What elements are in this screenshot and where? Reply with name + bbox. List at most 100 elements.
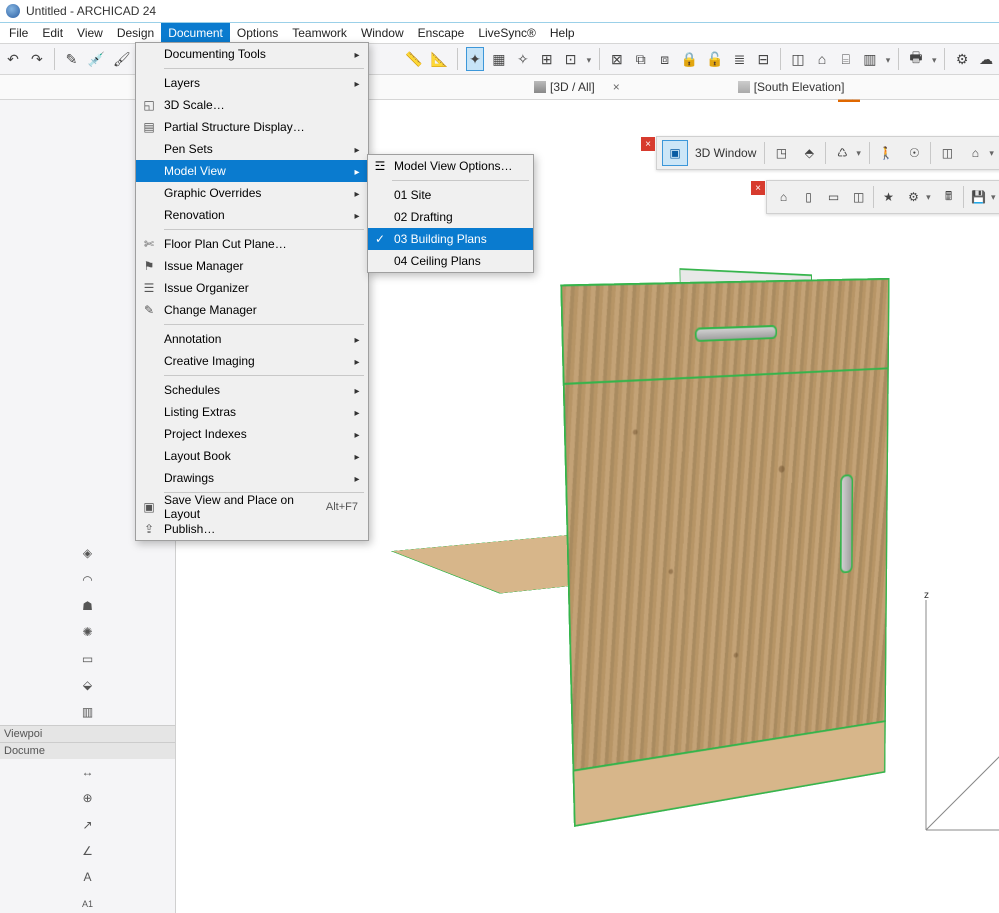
menu-window[interactable]: Window — [354, 23, 411, 43]
menu-listing-extras[interactable]: Listing Extras — [136, 401, 368, 423]
menu-pen-sets[interactable]: Pen Sets — [136, 138, 368, 160]
redo-icon[interactable]: ↷ — [28, 47, 46, 71]
section-icon[interactable]: ⌂ — [813, 47, 831, 71]
menu-issue-manager[interactable]: ⚑Issue Manager — [136, 255, 368, 277]
bim-icon[interactable]: ☁ — [977, 47, 995, 71]
brush-icon[interactable]: 🖌 — [112, 47, 132, 71]
edit-beams-icon[interactable]: ▭ — [822, 184, 845, 210]
menu-floor-plan-cut[interactable]: ✄Floor Plan Cut Plane… — [136, 233, 368, 255]
orbit-icon[interactable]: ♺ — [829, 140, 855, 166]
menu-view[interactable]: View — [70, 23, 110, 43]
menu-schedules[interactable]: Schedules — [136, 379, 368, 401]
grid-snap-icon[interactable]: ▦ — [490, 47, 508, 71]
toggle-grid-icon[interactable]: ✧ — [514, 47, 532, 71]
ruler-icon[interactable]: 📐 — [430, 47, 449, 71]
menu-3d-scale[interactable]: ◱3D Scale… — [136, 94, 368, 116]
menu-enscape[interactable]: Enscape — [411, 23, 472, 43]
look-icon[interactable]: ☉ — [901, 140, 927, 166]
menu-creative-imaging[interactable]: Creative Imaging — [136, 350, 368, 372]
menu-layout-book[interactable]: Layout Book — [136, 445, 368, 467]
attribute-icon[interactable]: ⚙ — [902, 184, 925, 210]
edit-elements-icon[interactable]: ⌂ — [772, 184, 795, 210]
submenu-01-site[interactable]: 01 Site — [368, 184, 533, 206]
snap-guide-icon[interactable]: ⊡ — [562, 47, 580, 71]
menu-graphic-overrides[interactable]: Graphic Overrides — [136, 182, 368, 204]
dropdown-icon[interactable] — [885, 52, 891, 66]
walk-icon[interactable]: 🚶 — [873, 140, 899, 166]
dropdown-icon[interactable] — [931, 52, 937, 66]
float-3d-window-toolbar[interactable]: × ▣ 3D Window ◳ ⬘ ♺ ▾ 🚶 ☉ ◫ ⌂ ▾ — [656, 136, 999, 170]
menu-project-indexes[interactable]: Project Indexes — [136, 423, 368, 445]
menu-options[interactable]: Options — [230, 23, 285, 43]
object-tool-icon[interactable]: ☗ — [76, 595, 100, 617]
menu-partial-structure[interactable]: ▤Partial Structure Display… — [136, 116, 368, 138]
menu-renovation[interactable]: Renovation — [136, 204, 368, 226]
save-icon[interactable]: 💾 — [967, 184, 990, 210]
close-icon[interactable]: × — [641, 137, 655, 151]
radial-dim-tool-icon[interactable]: ↗ — [76, 814, 100, 836]
print-icon[interactable]: 🖶 — [907, 47, 925, 71]
menu-annotation[interactable]: Annotation — [136, 328, 368, 350]
menu-documenting-tools[interactable]: Documenting Tools — [136, 43, 368, 65]
mesh-tool-icon[interactable]: ◈ — [76, 542, 100, 564]
close-icon[interactable]: × — [751, 181, 765, 195]
menu-design[interactable]: Design — [110, 23, 161, 43]
menu-file[interactable]: File — [2, 23, 35, 43]
menu-livesync[interactable]: LiveSync® — [471, 23, 543, 43]
submenu-02-drafting[interactable]: 02 Drafting — [368, 206, 533, 228]
3d-cutaway-icon[interactable]: ◫ — [934, 140, 960, 166]
calc-icon[interactable]: 🖩 — [937, 184, 960, 210]
morph-tool-icon[interactable]: ⬙ — [76, 674, 100, 696]
edit-profiles-icon[interactable]: ◫ — [847, 184, 870, 210]
elevation-icon[interactable]: ⌸ — [837, 47, 855, 71]
guideline-icon[interactable]: ⊞ — [538, 47, 556, 71]
submenu-04-ceiling-plans[interactable]: 04 Ceiling Plans — [368, 250, 533, 272]
menu-help[interactable]: Help — [543, 23, 582, 43]
perspective-icon[interactable]: ◳ — [768, 140, 794, 166]
zone-tool-icon[interactable]: ▭ — [76, 648, 100, 670]
favorites-icon[interactable]: ★ — [877, 184, 900, 210]
shell-tool-icon[interactable]: ◠ — [76, 568, 100, 590]
teamwork-icon[interactable]: ⚙ — [953, 47, 971, 71]
menu-layers[interactable]: Layers — [136, 72, 368, 94]
menu-document[interactable]: Document — [161, 23, 230, 43]
measure-icon[interactable]: 📏 — [404, 47, 423, 71]
menu-model-view[interactable]: Model View — [136, 160, 368, 182]
angle-dim-tool-icon[interactable]: ∠ — [76, 840, 100, 862]
menu-teamwork[interactable]: Teamwork — [285, 23, 354, 43]
align-icon[interactable]: ⊟ — [754, 47, 772, 71]
unlock-icon[interactable]: 🔓 — [705, 47, 724, 71]
ungroup-icon[interactable]: ⧈ — [656, 47, 674, 71]
marquee-icon[interactable]: ◫ — [789, 47, 807, 71]
eyedropper-icon[interactable]: ✎ — [63, 47, 81, 71]
section-viewpoints[interactable]: Viewpoi — [0, 725, 175, 742]
snap-point-icon[interactable]: ✦ — [466, 47, 484, 71]
group-icon[interactable]: ⧉ — [632, 47, 650, 71]
menu-edit[interactable]: Edit — [35, 23, 70, 43]
level-dim-tool-icon[interactable]: ⊕ — [76, 787, 100, 809]
submenu-model-view-options[interactable]: ☲Model View Options… — [368, 155, 533, 177]
undo-icon[interactable]: ↶ — [4, 47, 22, 71]
cabinet-object[interactable]: z y x — [456, 260, 999, 913]
menu-save-view-on-layout[interactable]: ▣Save View and Place on Layout Alt+F7 — [136, 496, 368, 518]
menu-publish[interactable]: ⇪Publish… — [136, 518, 368, 540]
close-icon[interactable]: × — [613, 80, 620, 94]
3d-view-icon[interactable]: ▣ — [662, 140, 688, 166]
menu-issue-organizer[interactable]: ☰Issue Organizer — [136, 277, 368, 299]
label-tool-icon[interactable]: A1 — [76, 893, 100, 913]
lamp-tool-icon[interactable]: ✺ — [76, 621, 100, 643]
axo-icon[interactable]: ⬘ — [796, 140, 822, 166]
menu-change-manager[interactable]: ✎Change Manager — [136, 299, 368, 321]
display-order-icon[interactable]: ≣ — [731, 47, 749, 71]
section-document[interactable]: Docume — [0, 742, 175, 759]
suspend-groups-icon[interactable]: ⊠ — [608, 47, 626, 71]
story-settings-icon[interactable]: ▥ — [861, 47, 879, 71]
menu-drawings[interactable]: Drawings — [136, 467, 368, 489]
float-edit-toolbar[interactable]: × ⌂ ▯ ▭ ◫ ★ ⚙ ▾ 🖩 💾 ▾ — [766, 180, 999, 214]
curtainwall-tool-icon[interactable]: ▥ — [76, 700, 100, 722]
tab-south-elevation[interactable]: [South Elevation] — [732, 78, 851, 96]
dropdown-icon[interactable] — [586, 52, 592, 66]
text-tool-icon[interactable]: A — [76, 866, 100, 888]
submenu-03-building-plans[interactable]: ✓03 Building Plans — [368, 228, 533, 250]
lock-icon[interactable]: 🔒 — [680, 47, 699, 71]
